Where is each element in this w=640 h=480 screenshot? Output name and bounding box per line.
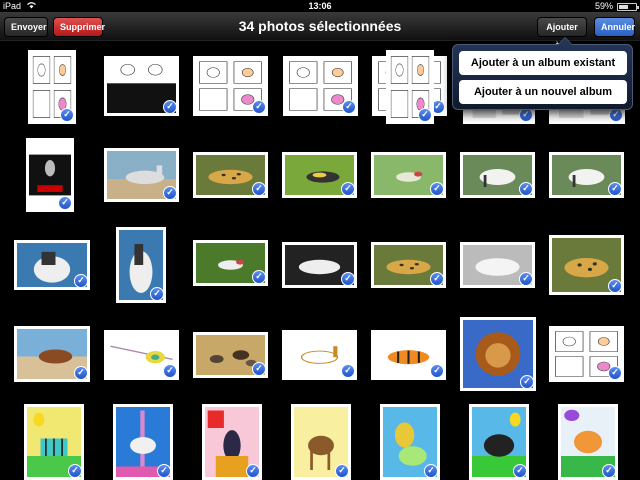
selected-check-icon: ✓	[58, 196, 72, 210]
selected-check-icon: ✓	[341, 364, 355, 378]
photo-thumbnail[interactable]: ✓	[460, 242, 535, 288]
add-to-existing-album-button[interactable]: Ajouter à un album existant	[459, 51, 627, 75]
photo-thumbnail[interactable]: ✓	[113, 404, 173, 480]
selected-check-icon: ✓	[608, 366, 622, 380]
selected-check-icon: ✓	[430, 364, 444, 378]
photo-thumbnail[interactable]: ✓	[469, 404, 529, 480]
selected-check-icon: ✓	[163, 100, 177, 114]
selected-check-icon: ✓	[519, 272, 533, 286]
selected-check-icon: ✓	[519, 108, 533, 122]
selected-check-icon: ✓	[608, 182, 622, 196]
photo-thumbnail[interactable]: ✓	[371, 152, 446, 198]
photo-thumbnail[interactable]: ✓	[28, 50, 76, 124]
photo-thumbnail[interactable]: ✓	[386, 50, 434, 124]
photo-thumbnail[interactable]: ✓	[282, 330, 357, 380]
photo-thumbnail[interactable]: ✓	[380, 404, 440, 480]
selected-check-icon: ✓	[74, 274, 88, 288]
photo-thumbnail[interactable]: ✓	[193, 332, 268, 378]
photo-thumbnail[interactable]: ✓	[193, 240, 268, 286]
selected-check-icon: ✓	[609, 108, 623, 122]
selected-check-icon: ✓	[252, 362, 266, 376]
photo-thumbnail[interactable]: ✓	[104, 148, 179, 202]
selected-check-icon: ✓	[163, 186, 177, 200]
selected-check-icon: ✓	[252, 100, 266, 114]
selected-check-icon: ✓	[335, 464, 349, 478]
selected-check-icon: ✓	[519, 182, 533, 196]
selected-check-icon: ✓	[68, 464, 82, 478]
add-to-button[interactable]: Ajouter à…	[537, 17, 587, 50]
selected-check-icon: ✓	[60, 108, 74, 122]
add-to-new-album-button[interactable]: Ajouter à un nouvel album	[459, 80, 627, 104]
selected-check-icon: ✓	[342, 100, 356, 114]
selected-check-icon: ✓	[608, 279, 622, 293]
selected-check-icon: ✓	[341, 272, 355, 286]
status-time: 13:06	[308, 1, 332, 11]
battery-icon	[617, 3, 639, 11]
selected-check-icon: ✓	[424, 464, 438, 478]
photo-thumbnail[interactable]: ✓	[14, 240, 90, 290]
selected-check-icon: ✓	[157, 464, 171, 478]
selected-check-icon: ✓	[252, 182, 266, 196]
navigation-bar: Envoyer Supprimer 34 photos sélectionnée…	[0, 12, 640, 50]
photo-thumbnail[interactable]: ✓	[282, 242, 357, 288]
photo-thumbnail[interactable]: ✓	[371, 330, 446, 380]
selected-check-icon: ✓	[341, 182, 355, 196]
selected-check-icon: ✓	[602, 464, 616, 478]
selected-check-icon: ✓	[163, 364, 177, 378]
photo-thumbnail[interactable]: ✓	[193, 152, 268, 198]
photo-thumbnail[interactable]: ✓	[24, 404, 84, 480]
battery-percent: 59%	[594, 1, 613, 11]
photo-thumbnail[interactable]: ✓	[291, 404, 351, 480]
selected-check-icon: ✓	[430, 272, 444, 286]
photo-thumbnail[interactable]: ✓	[193, 56, 268, 116]
photo-thumbnail[interactable]: ✓	[104, 56, 179, 116]
photo-thumbnail[interactable]: ✓	[460, 317, 536, 391]
photo-thumbnail[interactable]: ✓	[283, 56, 358, 116]
photo-thumbnail[interactable]: ✓	[558, 404, 618, 480]
selected-check-icon: ✓	[150, 287, 164, 301]
selected-check-icon: ✓	[74, 366, 88, 380]
selected-check-icon: ✓	[252, 270, 266, 284]
photo-thumbnail[interactable]: ✓	[549, 235, 624, 295]
photo-thumbnail[interactable]: ✓	[460, 152, 535, 198]
photo-thumbnail[interactable]: ✓	[549, 326, 624, 382]
photo-thumbnail[interactable]: ✓	[549, 152, 624, 198]
add-to-popover: Ajouter à un album existant Ajouter à un…	[452, 37, 633, 110]
photo-thumbnail[interactable]: ✓	[14, 326, 90, 382]
photo-thumbnail[interactable]: ✓	[371, 242, 446, 288]
selected-check-icon: ✓	[246, 464, 260, 478]
selected-check-icon: ✓	[430, 182, 444, 196]
status-bar: iPad 13:06 59%	[0, 0, 640, 12]
photo-thumbnail[interactable]: ✓	[202, 404, 262, 480]
selected-check-icon: ✓	[418, 108, 432, 122]
photo-thumbnail[interactable]: ✓	[104, 330, 179, 380]
cancel-button[interactable]: Annuler	[594, 17, 635, 37]
photo-thumbnail[interactable]: ✓	[26, 138, 74, 212]
photo-thumbnail[interactable]: ✓	[282, 152, 357, 198]
selected-check-icon: ✓	[513, 464, 527, 478]
selected-check-icon: ✓	[520, 375, 534, 389]
photo-thumbnail[interactable]: ✓	[116, 227, 166, 303]
